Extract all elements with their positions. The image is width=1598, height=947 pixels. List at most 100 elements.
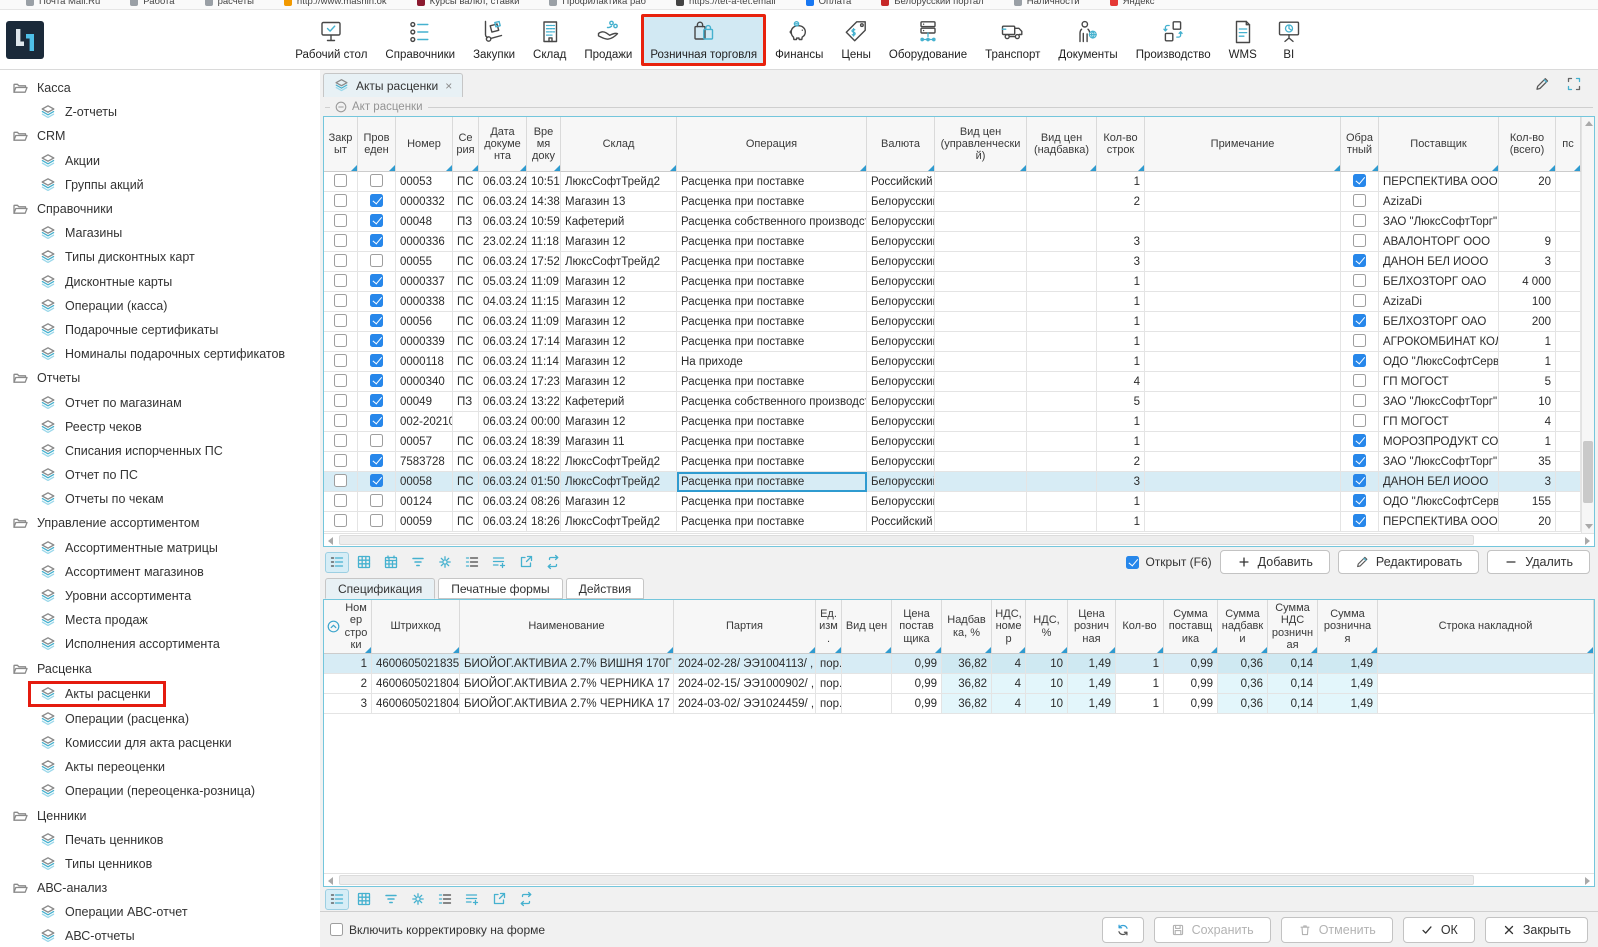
detail-tab-2[interactable]: Действия xyxy=(566,578,645,599)
cell-price_type_markup[interactable] xyxy=(1027,312,1097,332)
tree-folder[interactable]: Ценники xyxy=(0,803,320,827)
cell-invoice[interactable] xyxy=(1378,654,1594,674)
cell-posted[interactable] xyxy=(358,292,396,312)
cell-currency[interactable]: Российский xyxy=(867,512,935,532)
cell-price_type_mgmt[interactable] xyxy=(935,332,1027,352)
cell-time[interactable]: 18:39 xyxy=(527,432,561,452)
cell-series[interactable] xyxy=(453,412,479,432)
cell-date[interactable]: 06.03.24 xyxy=(479,212,527,232)
cell-vat_num[interactable]: 4 xyxy=(992,694,1026,714)
cell-total[interactable]: 4 000 xyxy=(1499,272,1556,292)
cell-sup_price[interactable]: 0,99 xyxy=(892,694,942,714)
cell-reverse[interactable] xyxy=(1341,472,1379,492)
column-header[interactable]: Штрихкод xyxy=(372,600,460,654)
checkbox[interactable] xyxy=(1353,494,1366,507)
column-header[interactable]: Строка накладной xyxy=(1378,600,1594,654)
table-row[interactable]: 0000338ПС04.03.2411:15Магазин 12Расценка… xyxy=(324,292,1581,312)
cell-vat_sum[interactable]: 0,14 xyxy=(1268,674,1318,694)
cell-time[interactable]: 14:38 xyxy=(527,192,561,212)
cell-posted[interactable] xyxy=(358,272,396,292)
cell-series[interactable]: ПС xyxy=(453,192,479,212)
cell-currency[interactable]: Белорусский xyxy=(867,392,935,412)
cell-operation[interactable]: Расценка при поставке xyxy=(677,512,867,532)
checkbox[interactable] xyxy=(1353,434,1366,447)
table-row[interactable]: 0000339ПС06.03.2417:14Магазин 12Расценка… xyxy=(324,332,1581,352)
cell-closed[interactable] xyxy=(324,392,358,412)
cell-name[interactable]: БИОЙОГ.АКТИВИА 2.7% ВИШНЯ 170Г xyxy=(460,654,674,674)
cell-warehouse[interactable]: Магазин 13 xyxy=(561,192,677,212)
cell-warehouse[interactable]: Магазин 12 xyxy=(561,352,677,372)
cell-supplier[interactable]: БЕЛХОЗТОРГ ОАО xyxy=(1379,272,1499,292)
toolbar-item-retail[interactable]: Розничная торговля xyxy=(641,14,766,66)
cell-total[interactable]: 35 xyxy=(1499,452,1556,472)
cell-lines[interactable]: 3 xyxy=(1097,232,1145,252)
cell-price_type_mgmt[interactable] xyxy=(935,352,1027,372)
cell-qty[interactable]: 1 xyxy=(1116,674,1164,694)
tree-folder[interactable]: Касса xyxy=(0,76,320,100)
cell-note[interactable] xyxy=(1145,312,1341,332)
checkbox[interactable] xyxy=(334,274,347,287)
checkbox[interactable] xyxy=(334,174,347,187)
cell-warehouse[interactable]: ЛюксСофтТрейд2 xyxy=(561,252,677,272)
cell-unit[interactable]: пор. xyxy=(816,654,842,674)
column-header[interactable]: Валюта xyxy=(867,117,935,172)
cell-series[interactable]: ПС xyxy=(453,352,479,372)
tree-item[interactable]: АВС-отчеты xyxy=(0,924,320,947)
checkbox[interactable] xyxy=(334,354,347,367)
cell-note[interactable] xyxy=(1145,332,1341,352)
cell-closed[interactable] xyxy=(324,252,358,272)
checkbox[interactable] xyxy=(334,414,347,427)
toolbar-item-equipment[interactable]: Оборудование xyxy=(880,14,976,66)
cell-time[interactable]: 00:00 xyxy=(527,412,561,432)
cell-closed[interactable] xyxy=(324,352,358,372)
cell-total[interactable]: 1 xyxy=(1499,432,1556,452)
cell-posted[interactable] xyxy=(358,432,396,452)
cell-markup[interactable]: 36,82 xyxy=(942,694,992,714)
table-grid-button[interactable] xyxy=(352,552,376,573)
cell-note[interactable] xyxy=(1145,392,1341,412)
column-header[interactable]: Склад xyxy=(561,117,677,172)
table-row[interactable]: 00049ПЗ06.03.2413:22КафетерийРасценка со… xyxy=(324,392,1581,412)
cell-markup_sum[interactable]: 0,36 xyxy=(1218,694,1268,714)
scroll-right-icon[interactable] xyxy=(1585,877,1590,885)
cell-closed[interactable] xyxy=(324,172,358,192)
column-header[interactable]: Сумма розничная xyxy=(1318,600,1378,654)
cell-vat_sum[interactable]: 0,14 xyxy=(1268,694,1318,714)
tree-item[interactable]: Операции (касса) xyxy=(0,294,320,318)
list-view-button[interactable] xyxy=(325,889,349,910)
toolbar-item-warehouse[interactable]: Склад xyxy=(524,14,575,66)
cell-barcode[interactable]: 4600605021804 xyxy=(372,694,460,714)
cell-supplier[interactable]: ДАНОН БЕЛ ИООО xyxy=(1379,472,1499,492)
cell-lines[interactable]: 1 xyxy=(1097,352,1145,372)
checkbox[interactable] xyxy=(334,394,347,407)
tree-item[interactable]: Z-отчеты xyxy=(0,100,320,124)
cell-markup_sum[interactable]: 0,36 xyxy=(1218,674,1268,694)
bookmark-item[interactable]: расчеты xyxy=(205,0,254,7)
cell-reverse[interactable] xyxy=(1341,432,1379,452)
tree-item[interactable]: Операции (расценка) xyxy=(0,707,320,731)
cell-date[interactable]: 06.03.24 xyxy=(479,192,527,212)
cell-note[interactable] xyxy=(1145,192,1341,212)
toolbar-item-sales[interactable]: Продажи xyxy=(575,14,641,66)
cell-number[interactable]: 0000118 xyxy=(396,352,453,372)
cell-total[interactable] xyxy=(1499,192,1556,212)
cell-posted[interactable] xyxy=(358,492,396,512)
cell-price_type[interactable] xyxy=(842,654,892,674)
cell-supplier[interactable]: ПЕРСПЕКТИВА ООО xyxy=(1379,172,1499,192)
tree-item[interactable]: Акции xyxy=(0,149,320,173)
cell-reverse[interactable] xyxy=(1341,192,1379,212)
cell-price_type_markup[interactable] xyxy=(1027,212,1097,232)
cell-lines[interactable]: 1 xyxy=(1097,172,1145,192)
toolbar-item-transport[interactable]: Транспорт xyxy=(976,14,1049,66)
cell-time[interactable]: 17:52 xyxy=(527,252,561,272)
column-header[interactable]: Вид цен xyxy=(842,600,892,654)
cell-note[interactable] xyxy=(1145,212,1341,232)
cell-price_type_markup[interactable] xyxy=(1027,392,1097,412)
cell-retail[interactable]: 1,49 xyxy=(1068,694,1116,714)
cell-total[interactable]: 100 xyxy=(1499,292,1556,312)
cell-reverse[interactable] xyxy=(1341,312,1379,332)
cell-markup[interactable]: 36,82 xyxy=(942,654,992,674)
cell-posted[interactable] xyxy=(358,232,396,252)
cell-ps[interactable] xyxy=(1556,452,1581,472)
cell-number[interactable]: 00059 xyxy=(396,512,453,532)
